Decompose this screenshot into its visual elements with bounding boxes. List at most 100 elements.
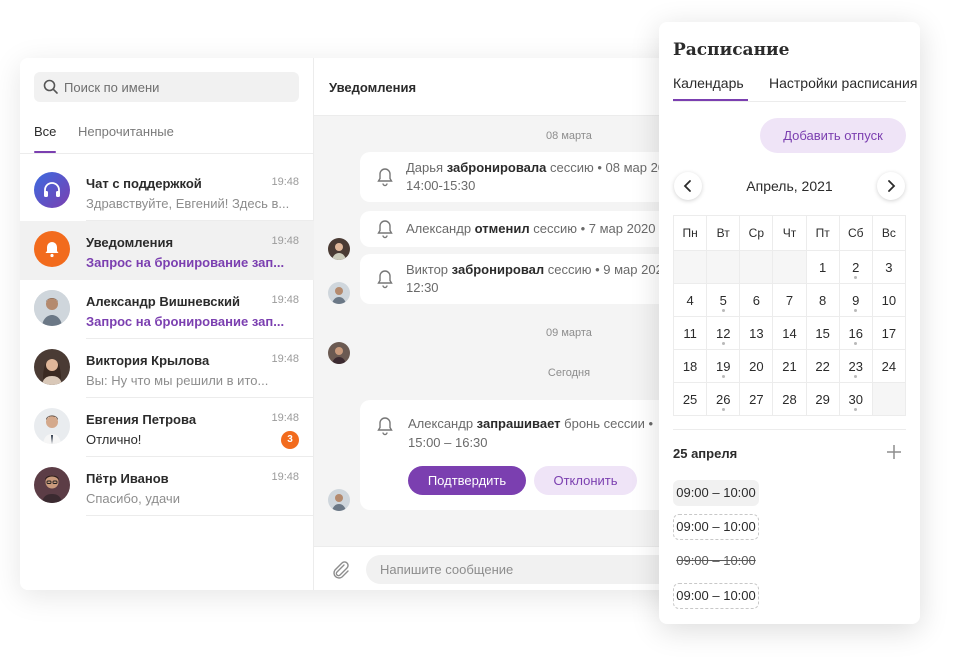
panel-title: Расписание — [673, 40, 790, 60]
calendar-day[interactable]: 26 — [707, 383, 741, 416]
calendar-day[interactable]: 19 — [707, 350, 741, 383]
booking-request-message: Александр запрашивает бронь сессии • 15:… — [360, 400, 680, 510]
weekday-label: Вт — [707, 216, 741, 251]
calendar-day[interactable]: 30 — [839, 383, 873, 416]
confirm-button[interactable]: Подтвердить — [408, 466, 526, 495]
calendar-day[interactable]: 28 — [773, 383, 807, 416]
tabs-divider — [673, 101, 906, 102]
add-vacation-button[interactable]: Добавить отпуск — [760, 118, 906, 153]
chat-item-alexander[interactable]: Александр Вишневский 19:48 Запрос на бро… — [20, 280, 314, 339]
calendar-day[interactable]: 8 — [806, 284, 840, 317]
calendar-day[interactable]: 6 — [740, 284, 774, 317]
time-slot[interactable]: 09:00 – 10:00 — [673, 514, 759, 540]
calendar-day[interactable]: 27 — [740, 383, 774, 416]
day-number: 15 — [815, 326, 830, 341]
chat-item-petr[interactable]: Пётр Иванов 19:48 Спасибо, удачи — [20, 457, 314, 516]
calendar-day[interactable]: 7 — [773, 284, 807, 317]
person-photo — [34, 467, 70, 503]
calendar-day[interactable]: 22 — [806, 350, 840, 383]
chat-preview: Запрос на бронирование зап... — [86, 255, 285, 270]
message-input[interactable] — [366, 555, 706, 584]
chat-time: 19:48 — [271, 235, 299, 247]
message-time: 15:00 – 16:30 — [408, 435, 488, 450]
has-sessions-dot — [721, 375, 725, 378]
calendar-day[interactable]: 13 — [740, 317, 774, 350]
chat-preview: Вы: Ну что мы решили в ито... — [86, 373, 269, 388]
day-number: 18 — [682, 359, 698, 374]
avatar — [34, 231, 70, 267]
calendar-day[interactable]: 11 — [674, 317, 708, 350]
time-slot[interactable]: 09:00 – 10:00 — [673, 549, 759, 575]
chat-item-victoria[interactable]: Виктория Крылова 19:48 Вы: Ну что мы реш… — [20, 339, 314, 398]
calendar-day[interactable]: 1 — [806, 251, 840, 284]
message-text: Дарья забронировала сессию • 08 мар 2020 — [406, 160, 680, 175]
calendar-day[interactable]: 2 — [839, 251, 873, 284]
tab-unread[interactable]: Непрочитанные — [78, 124, 174, 139]
chat-filter-tabs: Все Непрочитанные — [20, 118, 314, 154]
time-slot[interactable]: 09:00 – 10:00 — [673, 583, 759, 609]
day-number: 28 — [782, 392, 797, 407]
calendar-day[interactable]: 23 — [839, 350, 873, 383]
chat-name: Виктория Крылова — [86, 353, 210, 368]
weekday-label: Чт — [773, 216, 807, 251]
chat-sidebar: Все Непрочитанные Чат с поддержкой 19:48… — [20, 58, 314, 590]
schedule-panel: Расписание Календарь Настройки расписани… — [659, 22, 920, 624]
chevron-right-icon — [888, 180, 896, 192]
calendar-day[interactable]: 25 — [674, 383, 708, 416]
calendar-empty-cell — [740, 251, 774, 284]
search-input[interactable] — [64, 72, 294, 102]
calendar-day[interactable]: 18 — [674, 350, 708, 383]
month-label: Апрель, 2021 — [746, 178, 833, 194]
calendar-day[interactable]: 17 — [872, 317, 906, 350]
time-slot[interactable]: 09:00 – 10:00 — [673, 480, 759, 506]
chat-name: Уведомления — [86, 235, 174, 250]
chat-item-evgenia[interactable]: Евгения Петрова 19:48 Отлично! 3 — [20, 398, 314, 457]
search-icon — [43, 79, 58, 94]
calendar-week: 18 19 20 21 22 23 24 — [674, 350, 906, 383]
divider — [673, 429, 906, 430]
calendar-day[interactable]: 3 — [872, 251, 906, 284]
avatar — [328, 238, 350, 260]
calendar-day[interactable]: 15 — [806, 317, 840, 350]
day-number: 7 — [785, 293, 794, 308]
avatar — [328, 489, 350, 511]
decline-button[interactable]: Отклонить — [534, 466, 637, 495]
calendar-day[interactable]: 14 — [773, 317, 807, 350]
day-number: 9 — [852, 293, 860, 308]
chat-name: Чат с поддержкой — [86, 176, 202, 191]
tab-schedule-settings[interactable]: Настройки расписания — [769, 75, 917, 91]
chat-name: Пётр Иванов — [86, 471, 169, 486]
has-sessions-dot — [721, 408, 725, 411]
bell-icon — [377, 168, 393, 187]
chat-time: 19:48 — [271, 412, 299, 424]
chat-item-notifications[interactable]: Уведомления 19:48 Запрос на бронирование… — [20, 221, 314, 280]
day-number: 13 — [749, 326, 764, 341]
calendar-week: 11 12 13 14 15 16 17 — [674, 317, 906, 350]
calendar-empty-cell — [707, 251, 741, 284]
avatar — [34, 467, 70, 503]
paperclip-icon[interactable] — [329, 558, 351, 580]
calendar-day[interactable]: 9 — [839, 284, 873, 317]
day-number: 14 — [782, 326, 797, 341]
divider — [86, 515, 314, 516]
conversation-title: Уведомления — [329, 80, 417, 95]
weekday-label: Ср — [740, 216, 774, 251]
bell-icon — [45, 242, 59, 258]
message-time: 14:00-15:30 — [406, 178, 476, 193]
calendar-day[interactable]: 29 — [806, 383, 840, 416]
tab-all[interactable]: Все — [34, 124, 56, 139]
next-month-button[interactable] — [877, 172, 905, 200]
calendar-day[interactable]: 24 — [872, 350, 906, 383]
calendar-day[interactable]: 21 — [773, 350, 807, 383]
avatar — [34, 172, 70, 208]
calendar-day[interactable]: 12 — [707, 317, 741, 350]
calendar-day[interactable]: 5 — [707, 284, 741, 317]
calendar-day[interactable]: 10 — [872, 284, 906, 317]
search-box — [34, 72, 299, 102]
calendar-day[interactable]: 20 — [740, 350, 774, 383]
calendar-day[interactable]: 4 — [674, 284, 708, 317]
calendar-day[interactable]: 16 — [839, 317, 873, 350]
add-slot-icon[interactable] — [885, 443, 903, 461]
chat-item-support[interactable]: Чат с поддержкой 19:48 Здравствуйте, Евг… — [20, 162, 314, 221]
tab-calendar[interactable]: Календарь — [673, 75, 744, 91]
